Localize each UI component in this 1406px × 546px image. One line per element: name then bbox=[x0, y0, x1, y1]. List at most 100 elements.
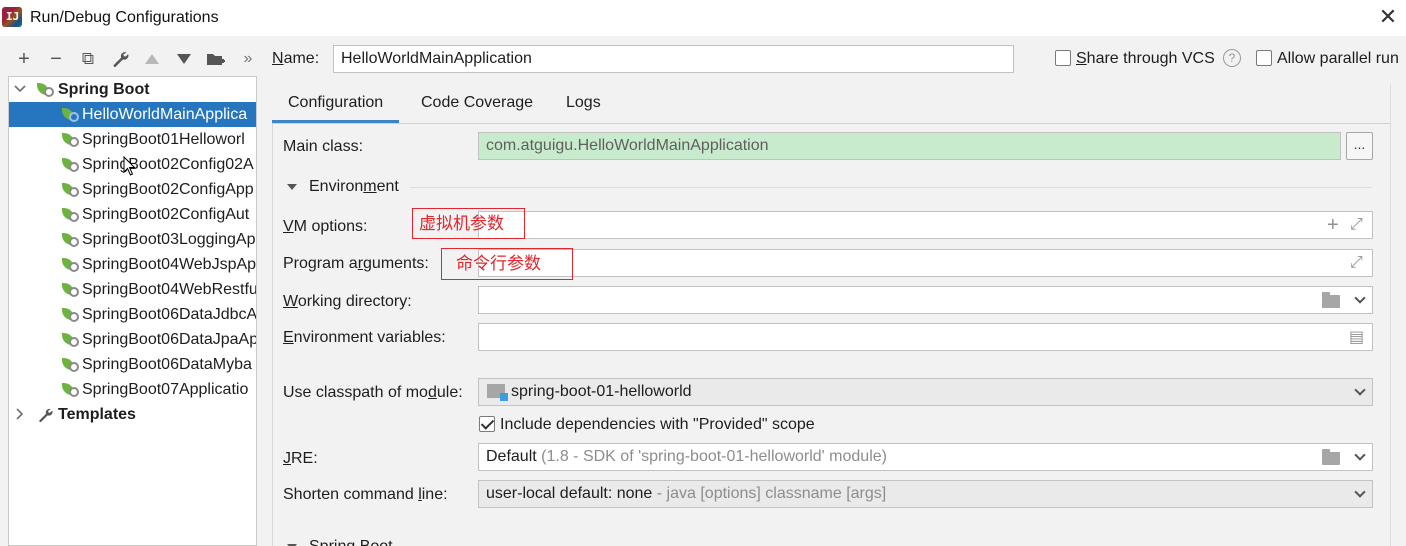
tab-code-coverage[interactable]: Code Coverage bbox=[405, 87, 549, 123]
spring-boot-run-icon bbox=[62, 282, 80, 298]
window-title: Run/Debug Configurations bbox=[30, 9, 219, 26]
allow-parallel-label: Allow parallel run bbox=[1277, 50, 1399, 67]
move-to-folder-icon[interactable] bbox=[200, 46, 232, 72]
main-class-input[interactable]: com.atguigu.HelloWorldMainApplication bbox=[478, 132, 1341, 160]
shorten-command-line-label: Shorten command line: bbox=[283, 486, 448, 503]
panel-scrollbar[interactable] bbox=[1390, 84, 1406, 546]
tree-item-label: SpringBoot07Applicatio bbox=[82, 381, 249, 398]
tree-item-4[interactable]: SpringBoot02ConfigAut bbox=[9, 202, 256, 227]
classpath-module-select[interactable]: spring-boot-01-helloworld bbox=[478, 378, 1373, 406]
remove-icon[interactable]: − bbox=[40, 46, 72, 72]
tree-item-label: SpringBoot03LoggingAp bbox=[82, 231, 256, 248]
spring-boot-run-icon bbox=[62, 257, 80, 273]
name-input[interactable]: HelloWorldMainApplication bbox=[333, 45, 1014, 73]
tree-item-label: SpringBoot06DataJdbcA bbox=[82, 306, 257, 323]
vm-options-input[interactable] bbox=[478, 211, 1373, 239]
environment-section-header[interactable]: Environment bbox=[287, 178, 399, 196]
tree-group-label: Spring Boot bbox=[58, 81, 150, 98]
tree-item-10[interactable]: SpringBoot06DataMyba bbox=[9, 352, 256, 377]
tab-logs[interactable]: Logs bbox=[550, 87, 617, 123]
chevron-right-icon[interactable] bbox=[13, 402, 27, 429]
classpath-module-label: Use classpath of module: bbox=[283, 384, 463, 401]
tree-item-7[interactable]: SpringBoot04WebRestfu bbox=[9, 277, 257, 302]
environment-variables-input[interactable] bbox=[478, 323, 1373, 351]
collapse-triangle-icon bbox=[287, 183, 297, 190]
spring-boot-run-icon bbox=[62, 107, 80, 123]
tree-item-label: SpringBoot04WebJspAp bbox=[82, 256, 257, 273]
document-icon[interactable]: ▤ bbox=[1349, 327, 1364, 347]
intellij-app-icon: IJ bbox=[2, 7, 22, 27]
section-divider bbox=[410, 187, 1372, 188]
spring-boot-run-icon bbox=[62, 307, 80, 323]
move-down-icon[interactable] bbox=[168, 46, 200, 72]
module-icon bbox=[487, 384, 508, 401]
jre-select[interactable]: Default (1.8 - SDK of 'spring-boot-01-he… bbox=[478, 443, 1373, 471]
share-vcs-label: Share through VCS bbox=[1076, 50, 1215, 67]
tab-configuration[interactable]: Configuration bbox=[272, 87, 400, 123]
spring-boot-run-icon bbox=[62, 357, 80, 373]
tree-item-label: SpringBoot04WebRestfu bbox=[82, 281, 257, 298]
tree-item-label: HelloWorldMainApplica bbox=[82, 106, 248, 123]
plus-icon[interactable]: + bbox=[1327, 214, 1339, 237]
tree-item-label: SpringBoot06DataMyba bbox=[82, 356, 252, 373]
environment-variables-label: Environment variables: bbox=[283, 329, 446, 346]
main-class-label: Main class: bbox=[283, 138, 364, 155]
copy-icon[interactable]: ⧉ bbox=[72, 46, 104, 72]
include-provided-label: Include dependencies with "Provided" sco… bbox=[500, 416, 815, 433]
move-up-icon bbox=[136, 46, 168, 72]
title-bar: IJ Run/Debug Configurations ✕ bbox=[0, 0, 1406, 36]
tree-item-9[interactable]: SpringBoot06DataJpaAp bbox=[9, 327, 257, 352]
tree-group-templates[interactable]: Templates bbox=[9, 402, 256, 429]
tree-item-label: SpringBoot01Helloworl bbox=[82, 131, 245, 148]
spring-boot-run-icon bbox=[62, 157, 80, 173]
wrench-icon bbox=[37, 406, 53, 431]
expand-icon[interactable]: ⤢ bbox=[1350, 216, 1363, 234]
spring-boot-section-header[interactable]: Spring Boot bbox=[287, 538, 393, 546]
tree-templates-label: Templates bbox=[58, 406, 136, 423]
spring-boot-icon bbox=[37, 82, 55, 98]
folder-icon[interactable] bbox=[1322, 449, 1340, 465]
close-icon[interactable]: ✕ bbox=[1376, 5, 1400, 29]
help-icon[interactable]: ? bbox=[1223, 49, 1241, 67]
tree-item-11[interactable]: SpringBoot07Applicatio bbox=[9, 377, 256, 402]
vm-options-label: VM options: bbox=[283, 218, 368, 235]
tree-item-0[interactable]: HelloWorldMainApplica bbox=[9, 102, 256, 127]
tree-item-8[interactable]: SpringBoot06DataJdbcA bbox=[9, 302, 257, 327]
spring-boot-run-icon bbox=[62, 332, 80, 348]
add-icon[interactable]: + bbox=[8, 46, 40, 72]
include-provided-checkbox[interactable] bbox=[479, 416, 495, 432]
tree-item-1[interactable]: SpringBoot01Helloworl bbox=[9, 127, 256, 152]
configuration-tree[interactable]: Spring Boot HelloWorldMainApplica Spring… bbox=[8, 76, 257, 546]
working-directory-label: Working directory: bbox=[283, 293, 412, 310]
browse-main-class-button[interactable]: ... bbox=[1346, 132, 1373, 160]
config-toolbar: + − ⧉ » bbox=[8, 46, 264, 72]
tree-item-3[interactable]: SpringBoot02ConfigApp bbox=[9, 177, 256, 202]
allow-parallel-checkbox[interactable] bbox=[1256, 50, 1272, 66]
wrench-icon[interactable] bbox=[104, 46, 136, 72]
working-directory-input[interactable] bbox=[478, 286, 1373, 314]
folder-icon[interactable] bbox=[1322, 292, 1340, 308]
share-vcs-checkbox[interactable] bbox=[1055, 50, 1071, 66]
program-arguments-annotation: 命令行参数 bbox=[441, 248, 573, 280]
program-arguments-input[interactable] bbox=[478, 249, 1373, 277]
mouse-cursor-icon bbox=[123, 156, 136, 176]
shorten-command-line-select[interactable]: user-local default: none - java [options… bbox=[478, 480, 1373, 508]
vm-options-annotation: 虚拟机参数 bbox=[412, 208, 525, 239]
tree-item-label: SpringBoot06DataJpaAp bbox=[82, 331, 257, 348]
spring-boot-run-icon bbox=[62, 182, 80, 198]
tree-item-5[interactable]: SpringBoot03LoggingAp bbox=[9, 227, 256, 252]
spring-boot-run-icon bbox=[62, 207, 80, 223]
tree-item-label: SpringBoot02ConfigApp bbox=[82, 181, 254, 198]
spring-boot-run-icon bbox=[62, 382, 80, 398]
expand-icon[interactable]: ⤢ bbox=[1350, 254, 1363, 272]
tree-item-label: SpringBoot02ConfigAut bbox=[82, 206, 250, 223]
name-label: Name: bbox=[272, 50, 320, 67]
spring-boot-run-icon bbox=[62, 232, 80, 248]
more-icon[interactable]: » bbox=[232, 46, 264, 72]
tree-item-label: SpringBoot02Config02A bbox=[82, 156, 254, 173]
chevron-down-icon[interactable] bbox=[13, 77, 27, 104]
jre-label: JRE: bbox=[283, 450, 318, 467]
tree-item-6[interactable]: SpringBoot04WebJspAp bbox=[9, 252, 257, 277]
tree-group-spring-boot[interactable]: Spring Boot bbox=[9, 77, 256, 104]
spring-boot-run-icon bbox=[62, 132, 80, 148]
